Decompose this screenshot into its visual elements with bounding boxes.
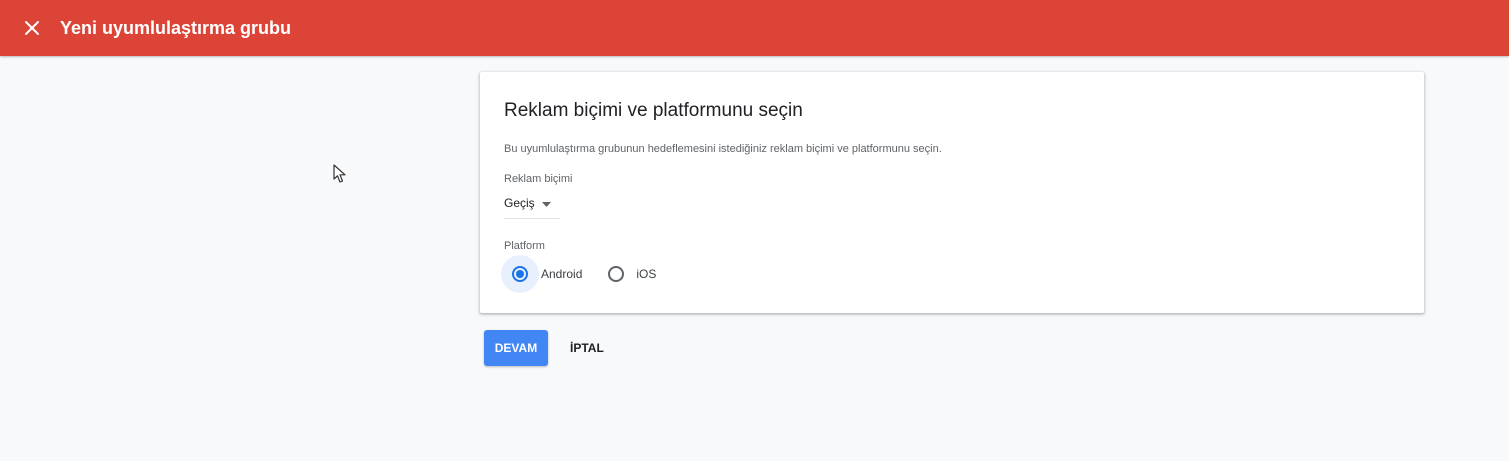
form-actions: DEVAM İPTAL [484, 330, 616, 366]
cancel-button[interactable]: İPTAL [558, 330, 616, 366]
platform-radio-android[interactable]: Android [501, 255, 606, 293]
mouse-pointer-icon [333, 164, 347, 189]
close-icon [25, 21, 39, 35]
card-title: Reklam biçimi ve platformunu seçin [504, 100, 803, 121]
top-app-bar: Yeni uyumlulaştırma grubu [0, 0, 1509, 56]
radio-checked-icon [512, 266, 528, 282]
platform-radio-ios[interactable]: iOS [606, 255, 656, 293]
continue-button[interactable]: DEVAM [484, 330, 548, 366]
radio-focus-halo [501, 255, 539, 293]
dropdown-arrow-icon [541, 194, 551, 212]
platform-ios-label: iOS [636, 267, 657, 281]
card-description: Bu uyumlulaştırma grubunun hedeflemesini… [504, 143, 942, 155]
page-title: Yeni uyumlulaştırma grubu [60, 17, 292, 38]
radio-halo [606, 255, 626, 293]
radio-unchecked-icon [608, 266, 625, 282]
close-button[interactable] [0, 0, 64, 56]
platform-radio-group: Android iOS [501, 255, 1400, 293]
ad-format-selected-value: Geçiş [504, 196, 535, 210]
ad-format-platform-card: Reklam biçimi ve platformunu seçin Bu uy… [480, 72, 1424, 313]
platform-android-label: Android [541, 267, 583, 281]
platform-label: Platform [504, 240, 545, 252]
radio-dot [516, 270, 524, 278]
ad-format-dropdown[interactable]: Geçiş [504, 194, 560, 219]
ad-format-label: Reklam biçimi [504, 173, 573, 185]
